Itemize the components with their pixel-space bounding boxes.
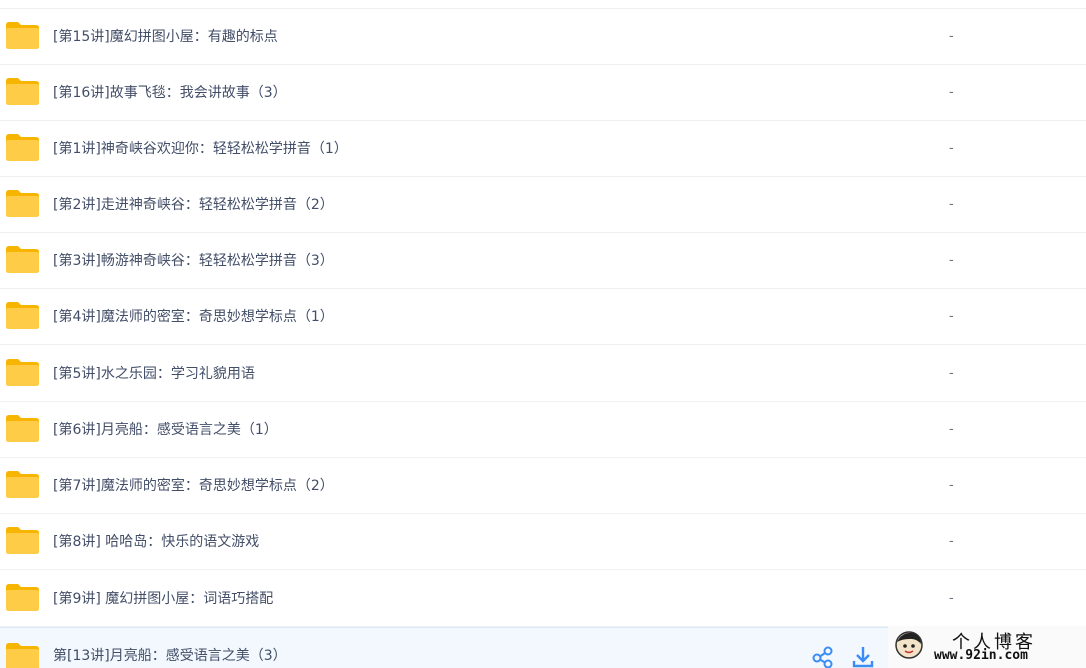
list-item[interactable]: [第3讲]畅游神奇峡谷：轻轻松松学拼音（3） -	[0, 233, 1086, 289]
file-size: -	[949, 253, 954, 268]
file-size: -	[949, 478, 954, 493]
list-item[interactable]: [第7讲]魔法师的密室：奇思妙想学标点（2） -	[0, 458, 1086, 514]
file-size: -	[949, 29, 954, 44]
share-icon[interactable]	[812, 646, 834, 668]
avatar-logo	[894, 630, 924, 660]
file-size: -	[949, 309, 954, 324]
folder-icon	[6, 471, 39, 498]
list-item[interactable]: [第5讲]水之乐园：学习礼貌用语 -	[0, 346, 1086, 402]
file-name[interactable]: [第16讲]故事飞毯：我会讲故事（3）	[53, 65, 287, 121]
file-name[interactable]: [第6讲]月亮船：感受语言之美（1）	[53, 402, 278, 458]
folder-icon	[6, 359, 39, 386]
folder-icon	[6, 584, 39, 611]
file-size: -	[949, 534, 954, 549]
file-size: -	[949, 422, 954, 437]
list-item[interactable]: [第1讲]神奇峡谷欢迎你：轻轻松松学拼音（1） -	[0, 121, 1086, 177]
list-item[interactable]: [第6讲]月亮船：感受语言之美（1） -	[0, 402, 1086, 458]
file-name[interactable]: [第4讲]魔法师的密室：奇思妙想学标点（1）	[53, 289, 334, 345]
file-name[interactable]: [第8讲] 哈哈岛：快乐的语文游戏	[53, 514, 259, 570]
watermark-url: www.92in.com	[934, 648, 1028, 663]
folder-icon	[6, 78, 39, 105]
file-name[interactable]: [第7讲]魔法师的密室：奇思妙想学标点（2）	[53, 458, 334, 514]
list-item[interactable]: [第15讲]魔幻拼图小屋：有趣的标点 -	[0, 9, 1086, 65]
folder-icon	[6, 22, 39, 49]
row-actions	[812, 646, 874, 668]
folder-icon	[6, 643, 39, 668]
folder-icon	[6, 415, 39, 442]
folder-icon	[6, 134, 39, 161]
folder-icon	[6, 246, 39, 273]
list-item[interactable]: [第8讲] 哈哈岛：快乐的语文游戏 -	[0, 514, 1086, 570]
file-list: [第15讲]魔幻拼图小屋：有趣的标点 - [第16讲]故事飞毯：我会讲故事（3）…	[0, 0, 1086, 668]
file-size: -	[949, 591, 954, 606]
file-name[interactable]: [第5讲]水之乐园：学习礼貌用语	[53, 346, 255, 402]
folder-icon	[6, 302, 39, 329]
file-name[interactable]: 第[13讲]月亮船：感受语言之美（3）	[53, 628, 287, 668]
list-item[interactable]: [第9讲] 魔幻拼图小屋：词语巧搭配 -	[0, 571, 1086, 627]
site-watermark: 个人博客 www.92in.com	[888, 626, 1086, 668]
folder-icon	[6, 527, 39, 554]
file-name[interactable]: [第2讲]走进神奇峡谷：轻轻松松学拼音（2）	[53, 177, 334, 233]
file-name[interactable]: [第15讲]魔幻拼图小屋：有趣的标点	[53, 9, 278, 65]
file-name[interactable]: [第1讲]神奇峡谷欢迎你：轻轻松松学拼音（1）	[53, 121, 348, 177]
download-icon[interactable]	[852, 646, 874, 668]
folder-icon	[6, 190, 39, 217]
list-item[interactable]: [第4讲]魔法师的密室：奇思妙想学标点（1） -	[0, 289, 1086, 345]
file-size: -	[949, 197, 954, 212]
file-size: -	[949, 141, 954, 156]
file-size: -	[949, 85, 954, 100]
list-item[interactable]: [第16讲]故事飞毯：我会讲故事（3） -	[0, 65, 1086, 121]
file-size: -	[949, 366, 954, 381]
file-name[interactable]: [第3讲]畅游神奇峡谷：轻轻松松学拼音（3）	[53, 233, 334, 289]
file-name[interactable]: [第9讲] 魔幻拼图小屋：词语巧搭配	[53, 571, 273, 627]
list-item[interactable]: [第2讲]走进神奇峡谷：轻轻松松学拼音（2） -	[0, 177, 1086, 233]
